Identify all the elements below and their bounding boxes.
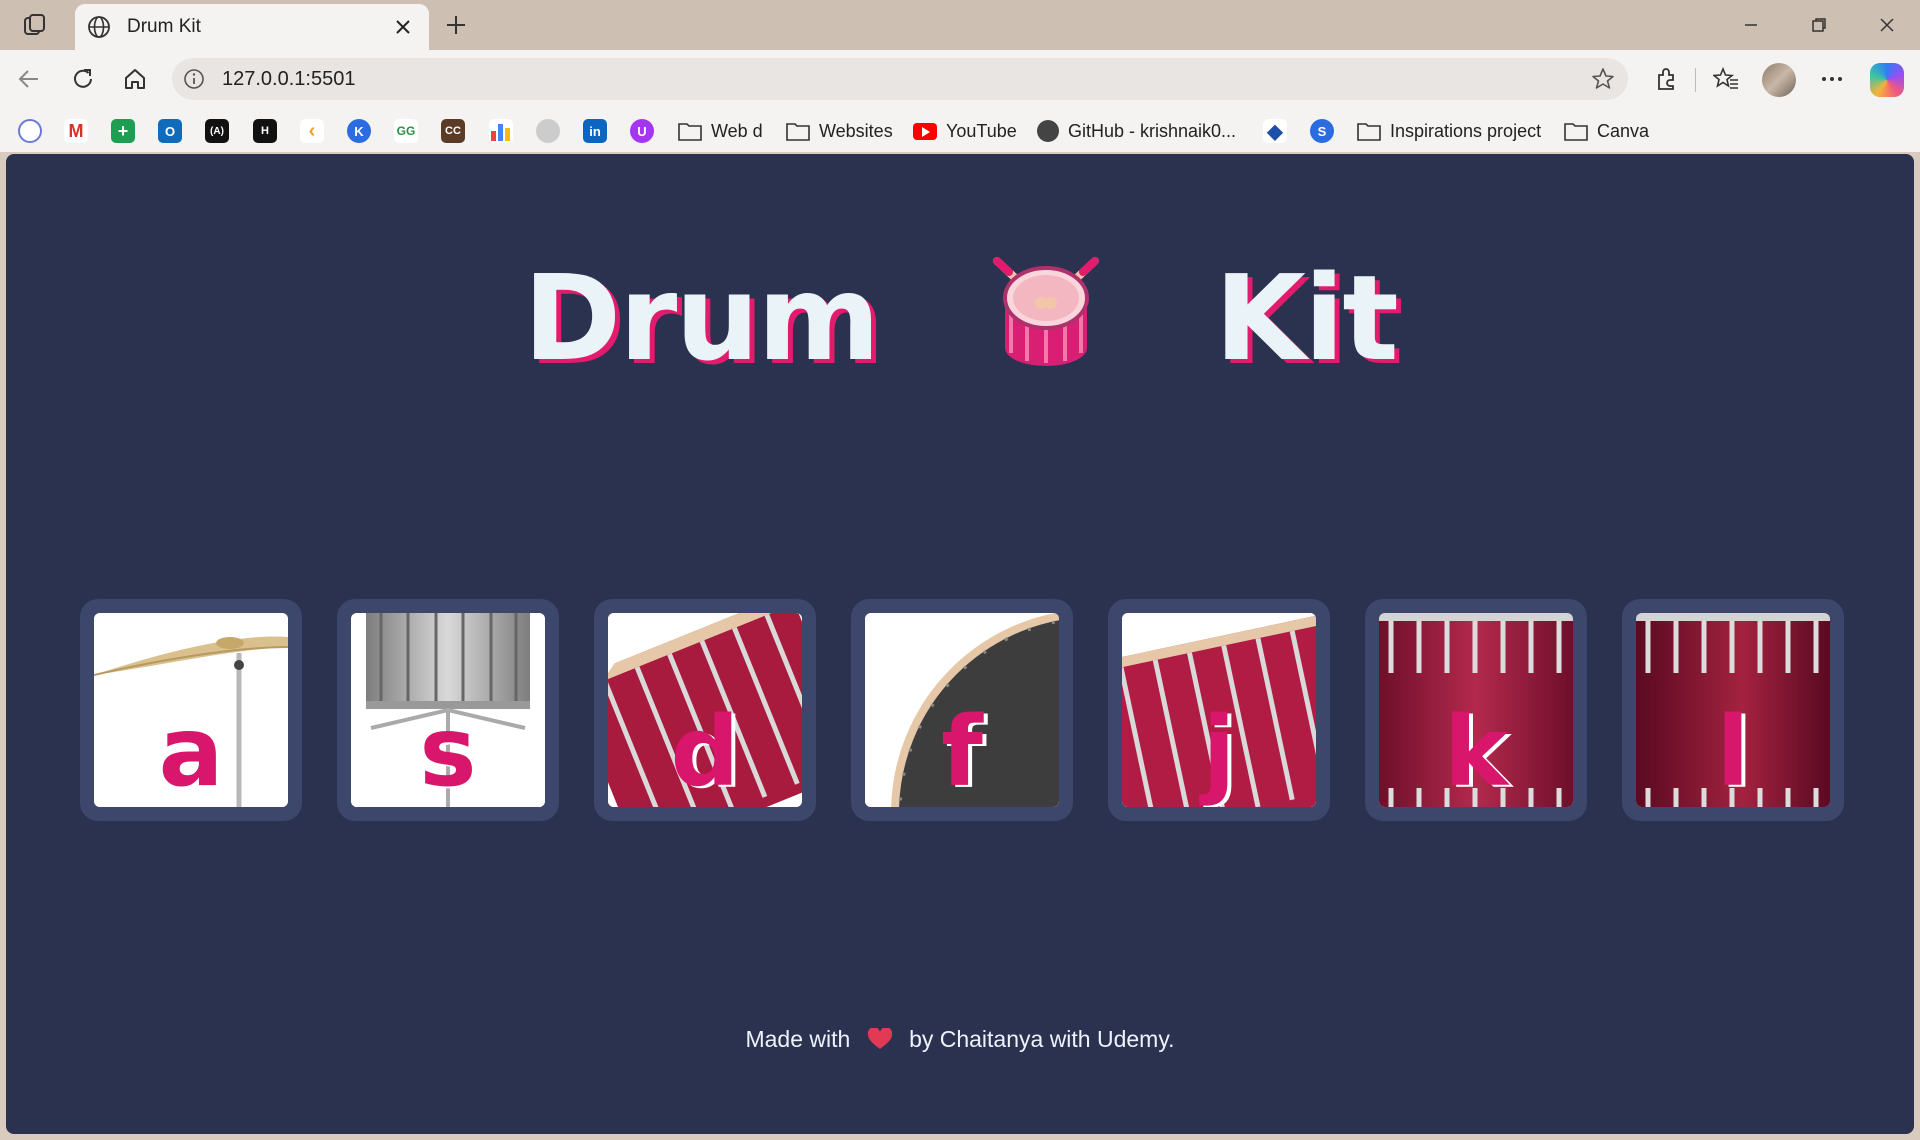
drum-set: a s d f j k l bbox=[80, 599, 1844, 821]
folder-icon bbox=[786, 123, 810, 141]
bookmark-label: GitHub - krishnaik0... bbox=[1068, 120, 1237, 141]
folder-icon bbox=[678, 123, 702, 141]
drum-key-letter: d bbox=[670, 696, 740, 807]
tom-1-image: d bbox=[608, 613, 802, 807]
tab-drum-kit[interactable]: Drum Kit bbox=[75, 4, 429, 50]
tab-title: Drum Kit bbox=[127, 16, 201, 37]
restore-icon[interactable] bbox=[1794, 8, 1844, 42]
favorites-icon[interactable] bbox=[1709, 62, 1743, 96]
address-bar[interactable]: 127.0.0.1:5501 bbox=[172, 58, 1628, 100]
drum-key-letter: j bbox=[1202, 696, 1236, 807]
sheets-icon[interactable]: + bbox=[111, 119, 135, 143]
diamond-icon[interactable]: ◆ bbox=[1263, 119, 1287, 143]
url-text[interactable]: 127.0.0.1:5501 bbox=[222, 68, 355, 91]
title-kit: Kit bbox=[1214, 249, 1399, 387]
drum-button-f[interactable]: f bbox=[851, 599, 1073, 821]
drum-key-letter: l bbox=[1716, 696, 1750, 807]
bookmark-label: YouTube bbox=[946, 120, 1017, 141]
bookmark-github[interactable]: GitHub - krishnaik0... bbox=[1037, 117, 1236, 145]
devto-icon[interactable]: (A) bbox=[205, 119, 229, 143]
page-content: Drum Kit a s d f j k l Made with by Chai… bbox=[6, 154, 1914, 1134]
drum-button-j[interactable]: j bbox=[1108, 599, 1330, 821]
bookmark-label: Websites bbox=[819, 120, 893, 141]
bookmark-label: Web d bbox=[711, 120, 763, 141]
bookmark-websites[interactable]: Websites bbox=[786, 117, 893, 145]
title-drum: Drum bbox=[523, 249, 880, 387]
github-icon bbox=[1037, 120, 1059, 142]
bookmark-youtube[interactable]: YouTube bbox=[913, 117, 1017, 145]
close-window-icon[interactable] bbox=[1862, 8, 1912, 42]
drum-key-letter: f bbox=[941, 696, 983, 807]
folder-icon bbox=[1357, 123, 1381, 141]
codechef-icon[interactable]: CC bbox=[441, 119, 465, 143]
browser-toolbar: 127.0.0.1:5501 bbox=[0, 50, 1920, 108]
browser-titlebar: Drum Kit bbox=[0, 0, 1920, 50]
drum-key-letter: a bbox=[158, 696, 224, 807]
chart-icon[interactable] bbox=[489, 119, 513, 143]
gmail-icon[interactable]: M bbox=[64, 119, 88, 143]
profile-avatar[interactable] bbox=[1762, 63, 1796, 97]
snare-drum-image: s bbox=[351, 613, 545, 807]
footer: Made with by Chaitanya with Udemy. bbox=[6, 1026, 1914, 1053]
bass-drum-image: f bbox=[865, 613, 1059, 807]
heart-icon bbox=[867, 1027, 893, 1050]
more-options-icon[interactable] bbox=[1815, 62, 1849, 96]
bookmark-inspirations[interactable]: Inspirations project bbox=[1357, 117, 1541, 145]
extensions-icon[interactable] bbox=[1649, 62, 1683, 96]
tom-4-image: l bbox=[1636, 613, 1830, 807]
hackerrank-icon[interactable]: H bbox=[253, 119, 277, 143]
bookmark-web-d[interactable]: Web d bbox=[678, 117, 763, 145]
bookmarks-bar: M + O (A) H ‹ K GG CC in U Web d Website… bbox=[0, 108, 1920, 152]
favorite-star-icon[interactable] bbox=[1590, 66, 1616, 92]
drum-button-a[interactable]: a bbox=[80, 599, 302, 821]
tom-3-image: k bbox=[1379, 613, 1573, 807]
linkedin-icon[interactable]: in bbox=[583, 119, 607, 143]
gfg-icon[interactable]: GG bbox=[394, 119, 418, 143]
krishna-icon[interactable]: K bbox=[347, 119, 371, 143]
reload-icon[interactable] bbox=[66, 62, 100, 96]
tab-actions-icon[interactable] bbox=[20, 10, 50, 40]
close-tab-icon[interactable] bbox=[389, 13, 417, 41]
outlook-icon[interactable]: O bbox=[158, 119, 182, 143]
bookmark-label: Inspirations project bbox=[1390, 120, 1542, 141]
footer-text-after: by Chaitanya with Udemy. bbox=[909, 1026, 1175, 1052]
drum-button-d[interactable]: d bbox=[594, 599, 816, 821]
youtube-icon bbox=[913, 122, 937, 140]
drum-key-letter: s bbox=[419, 696, 477, 807]
site-info-icon[interactable] bbox=[182, 67, 206, 91]
new-tab-icon[interactable] bbox=[440, 9, 472, 41]
home-icon[interactable] bbox=[118, 62, 152, 96]
github-icon[interactable] bbox=[536, 119, 560, 143]
toolbar-divider bbox=[1695, 68, 1696, 92]
drum-emoji-icon bbox=[987, 253, 1105, 371]
globe-icon bbox=[85, 13, 113, 41]
drum-button-l[interactable]: l bbox=[1622, 599, 1844, 821]
bookmark-label: Canva bbox=[1597, 120, 1650, 141]
crash-cymbal-image: a bbox=[94, 613, 288, 807]
footer-text-before: Made with bbox=[745, 1026, 851, 1052]
drum-button-s[interactable]: s bbox=[337, 599, 559, 821]
chrome-icon[interactable] bbox=[18, 119, 42, 143]
leetcode-icon[interactable]: ‹ bbox=[300, 119, 324, 143]
s-icon[interactable]: S bbox=[1310, 119, 1334, 143]
udemy-icon[interactable]: U bbox=[630, 119, 654, 143]
minimize-icon[interactable] bbox=[1726, 8, 1776, 42]
copilot-icon[interactable] bbox=[1870, 63, 1904, 97]
back-icon[interactable] bbox=[12, 62, 46, 96]
drum-button-k[interactable]: k bbox=[1365, 599, 1587, 821]
folder-icon bbox=[1564, 123, 1588, 141]
tom-2-image: j bbox=[1122, 613, 1316, 807]
bookmark-canva[interactable]: Canva bbox=[1564, 117, 1649, 145]
page-title: Drum Kit bbox=[6, 249, 1914, 387]
drum-key-letter: k bbox=[1444, 696, 1508, 807]
